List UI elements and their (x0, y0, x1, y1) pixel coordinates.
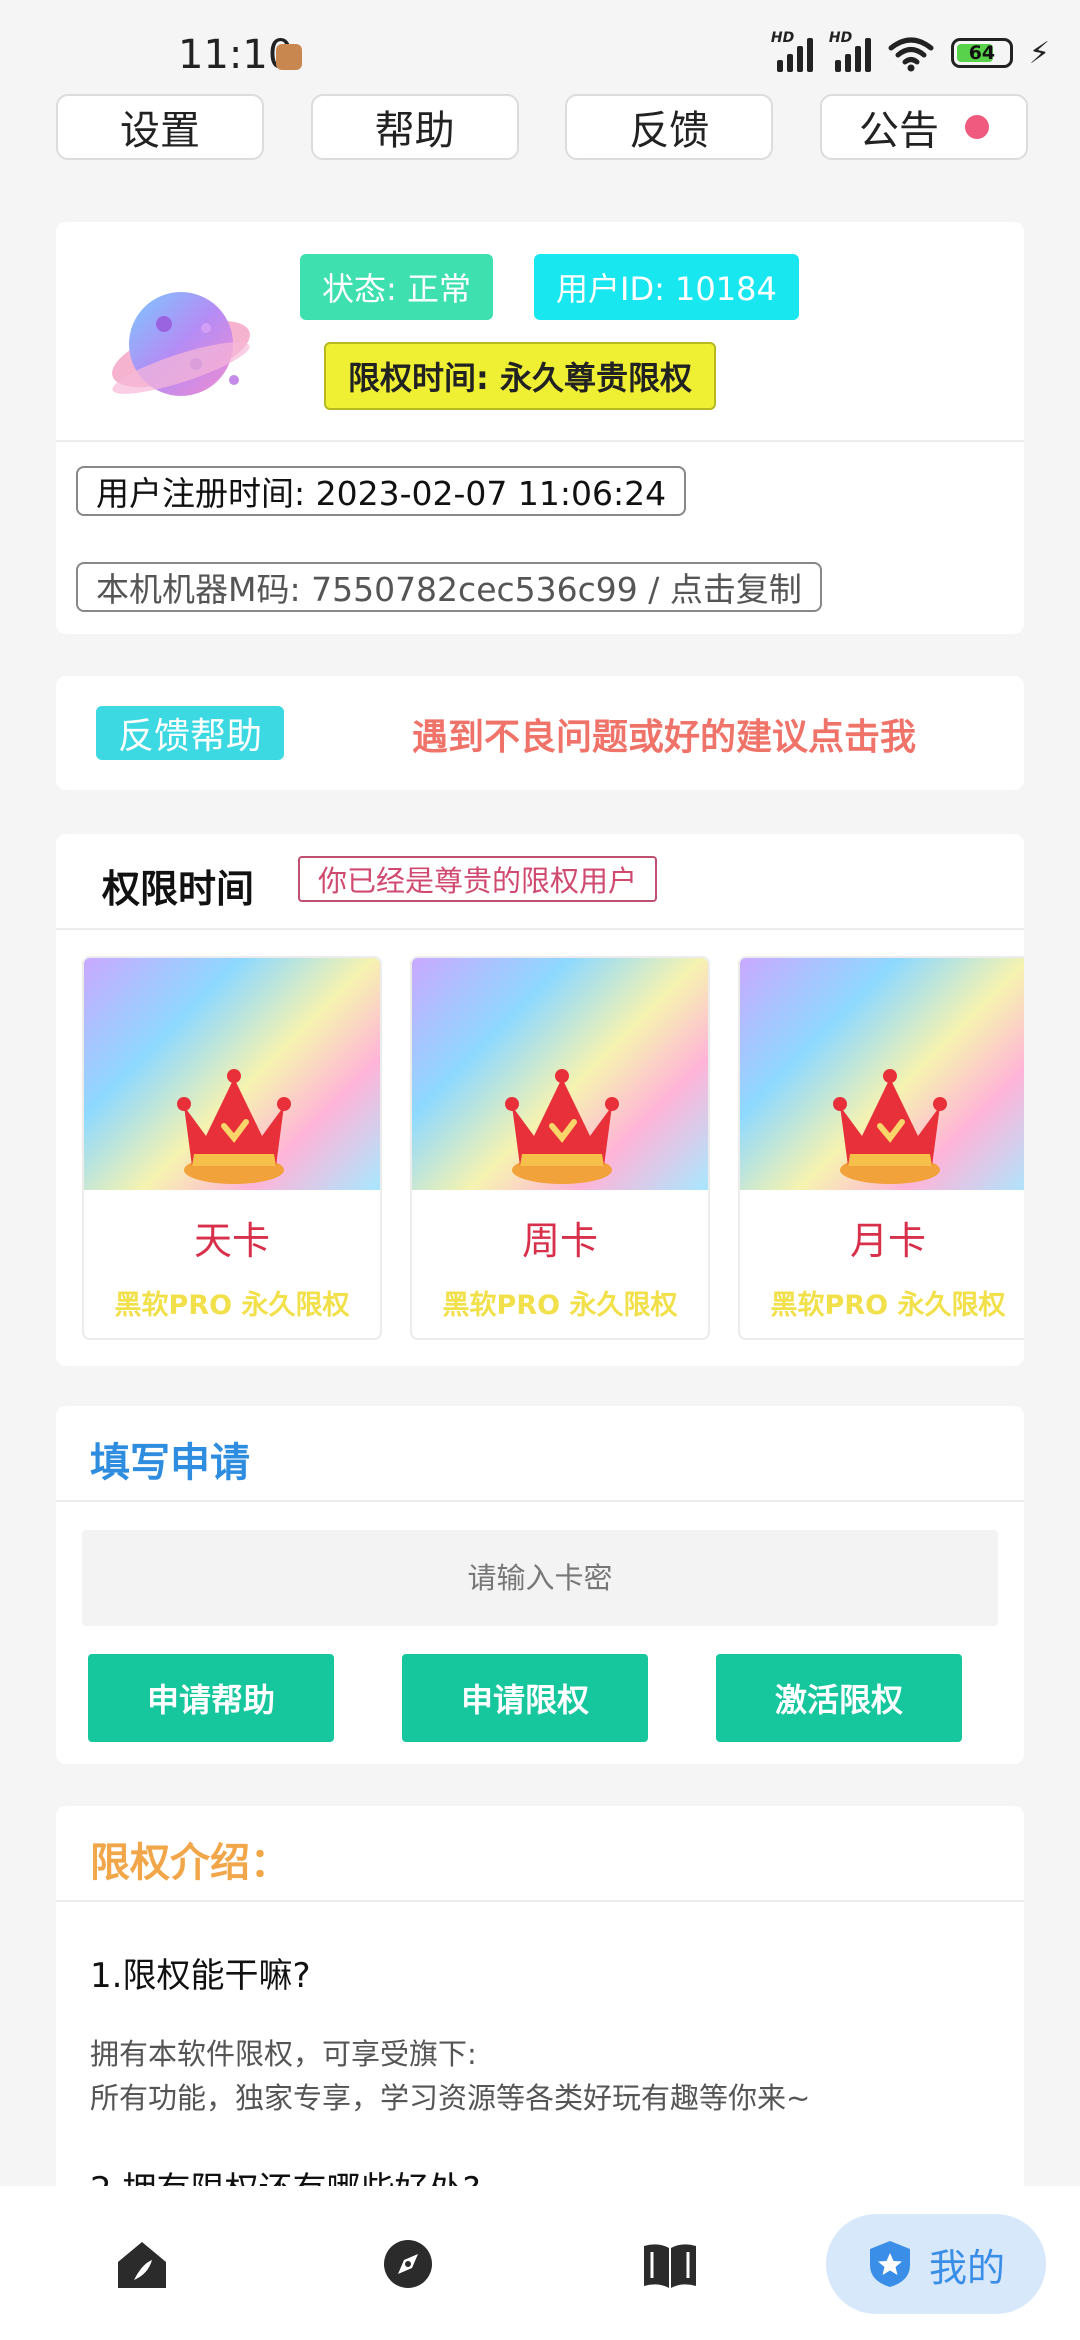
hd-label-2: HD (828, 30, 853, 46)
plan-art (412, 958, 708, 1190)
home-icon[interactable] (112, 2234, 172, 2294)
feedback-button[interactable]: 反馈 (565, 94, 774, 160)
user-id-badge: 用户ID: 10184 (534, 254, 799, 320)
divider (56, 1500, 1024, 1502)
bottom-nav: 我的 (0, 2186, 1080, 2340)
intro-question-1: 1.限权能干嘛? (90, 1956, 311, 1996)
divider (56, 928, 1024, 930)
status-bar: 11:10 HD HD 64 ⚡ (0, 0, 1080, 90)
status-icons: HD HD 64 ⚡ (771, 30, 1050, 72)
charging-icon: ⚡ (1028, 35, 1050, 71)
plan-subtitle: 黑软PRO 永久限权 (442, 1290, 678, 1321)
crown-icon (177, 1069, 291, 1184)
register-time-label: 用户注册时间: 2023-02-07 11:06:24 (76, 466, 687, 516)
help-button[interactable]: 帮助 (310, 94, 519, 160)
apply-help-button[interactable]: 申请帮助 (88, 1654, 334, 1742)
divider (56, 440, 1024, 442)
apply-permission-button[interactable]: 申请限权 (402, 1654, 648, 1742)
battery-icon: 64 (950, 38, 1013, 68)
plan-list: 天卡 黑软PRO 永久限权 周卡 黑软PRO 永久限权 月卡 黑软PRO 永久限… (82, 956, 1024, 1340)
machine-code-copy[interactable]: 本机机器M码: 7550782cec536c99 / 点击复制 (76, 562, 822, 612)
feedback-card[interactable]: 反馈帮助 遇到不良问题或好的建议点击我 (56, 676, 1024, 790)
plan-card-week[interactable]: 周卡 黑软PRO 永久限权 (410, 956, 710, 1340)
plan-card-month[interactable]: 月卡 黑软PRO 永久限权 (738, 956, 1024, 1340)
divider (56, 1900, 1024, 1902)
hd-label: HD (770, 30, 795, 46)
permission-time-card: 权限时间 你已经是尊贵的限权用户 天卡 黑软PRO 永久限权 周卡 黑软PRO … (56, 834, 1024, 1366)
intro-answer-line-2: 所有功能，独家专享，学习资源等各类好玩有趣等你来~ (90, 2081, 811, 2115)
card-key-input[interactable] (82, 1530, 998, 1626)
wifi-icon (888, 37, 934, 72)
intro-title: 限权介绍： (90, 1840, 290, 1886)
nav-tab-mine[interactable]: 我的 (826, 2214, 1046, 2314)
apply-button-row: 申请帮助 申请限权 激活限权 (88, 1654, 962, 1742)
settings-label: 设置 (120, 108, 200, 154)
plan-name: 月卡 (849, 1219, 926, 1263)
crown-icon (833, 1069, 947, 1184)
feedback-help-tag: 反馈帮助 (96, 706, 285, 760)
plan-name: 天卡 (193, 1219, 270, 1263)
plan-art (84, 958, 380, 1190)
signal-icon-2: HD (829, 30, 871, 72)
signal-icon: HD (771, 30, 813, 72)
planet-avatar-icon (112, 292, 250, 396)
permission-title: 权限时间 (102, 867, 255, 911)
compass-icon[interactable] (378, 2234, 438, 2294)
feedback-prompt-link[interactable]: 遇到不良问题或好的建议点击我 (412, 708, 916, 760)
notice-button[interactable]: 公告 (819, 94, 1028, 160)
status-badge: 状态: 正常 (300, 254, 493, 320)
apply-title: 填写申请 (90, 1440, 250, 1486)
battery-level: 64 (968, 42, 996, 64)
nav-tab-mine-label: 我的 (928, 2245, 1005, 2290)
permission-tip: 你已经是尊贵的限权用户 (298, 856, 658, 902)
intro-answer-1: 拥有本软件限权，可享受旗下: 所有功能，独家专享，学习资源等各类好玩有趣等你来~ (90, 2032, 810, 2120)
help-label: 帮助 (374, 108, 455, 154)
plan-subtitle: 黑软PRO 永久限权 (114, 1290, 350, 1321)
intro-answer-line-1: 拥有本软件限权，可享受旗下: (90, 2037, 477, 2071)
plan-art (740, 958, 1024, 1190)
plan-name: 周卡 (521, 1219, 598, 1263)
notice-label: 公告 (858, 108, 939, 154)
shield-star-icon (869, 2241, 910, 2287)
notice-dot (964, 115, 989, 139)
limit-time-badge: 限权时间: 永久尊贵限权 (324, 342, 716, 410)
apply-card: 填写申请 申请帮助 申请限权 激活限权 (56, 1406, 1024, 1764)
book-icon[interactable] (640, 2234, 700, 2294)
feedback-label: 反馈 (629, 108, 710, 154)
crown-icon (505, 1069, 619, 1184)
activate-permission-button[interactable]: 激活限权 (716, 1654, 962, 1742)
plan-card-day[interactable]: 天卡 黑软PRO 永久限权 (82, 956, 382, 1340)
notification-icon (276, 44, 302, 70)
top-button-row: 设置 帮助 反馈 公告 (56, 94, 1028, 160)
plan-subtitle: 黑软PRO 永久限权 (770, 1290, 1006, 1321)
user-info-card: 状态: 正常 用户ID: 10184 限权时间: 永久尊贵限权 用户注册时间: … (56, 222, 1024, 634)
settings-button[interactable]: 设置 (56, 94, 264, 160)
